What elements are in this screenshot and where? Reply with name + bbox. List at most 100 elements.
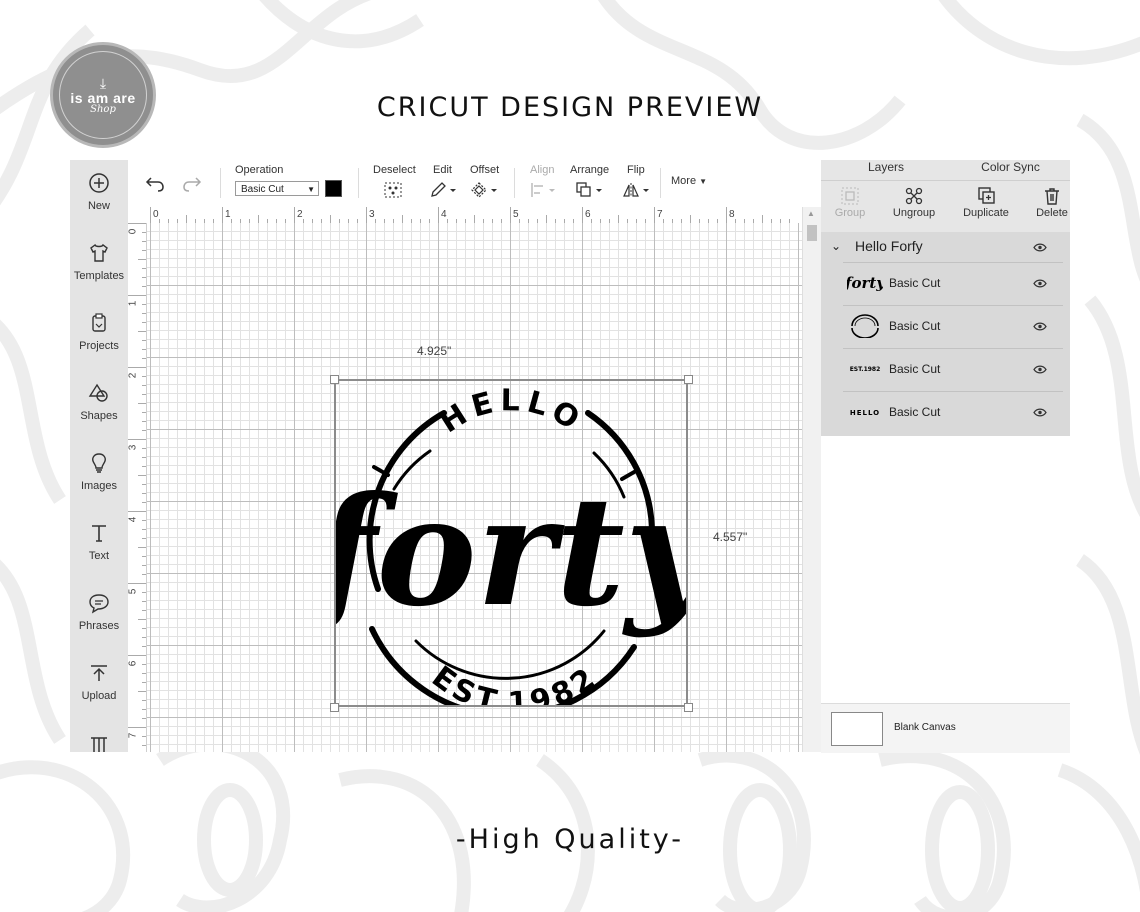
align-icon[interactable] — [530, 182, 558, 198]
ruler-left-tick — [142, 313, 146, 314]
nav-shapes[interactable]: Shapes — [70, 374, 128, 436]
selection-width-label: 4.925" — [417, 344, 452, 358]
ungroup-label: Ungroup — [892, 207, 936, 219]
ruler-left-number: 0 — [128, 228, 139, 235]
left-navigation: New Templates Projects Shapes Images Tex… — [70, 160, 128, 752]
ruler-top-tick — [762, 215, 763, 223]
nav-images[interactable]: Images — [70, 444, 128, 506]
visibility-eye-icon[interactable] — [1033, 279, 1047, 288]
nav-phrases[interactable]: Phrases — [70, 584, 128, 646]
design-canvas[interactable]: 4.925" 4.557" HELLO forty — [147, 223, 802, 752]
ruler-top-tick — [690, 215, 691, 223]
ruler-top-tick — [510, 207, 511, 223]
nav-upload[interactable]: Upload — [70, 654, 128, 716]
offset-icon[interactable] — [470, 182, 500, 198]
tab-layers[interactable]: Layers — [821, 160, 951, 181]
ruler-left-tick — [128, 727, 146, 728]
resize-handle-bottom-right[interactable] — [684, 703, 693, 712]
ruler-left-tick — [142, 601, 146, 602]
nav-upload-label: Upload — [81, 690, 117, 702]
nav-projects-label: Projects — [79, 340, 119, 352]
nav-text[interactable]: Text — [70, 514, 128, 576]
chevron-down-icon[interactable]: ⌄ — [831, 239, 841, 253]
layer-thumb-forty-text: forty — [847, 274, 883, 292]
nav-projects[interactable]: Projects — [70, 304, 128, 366]
group-icon — [841, 187, 859, 205]
layer-row[interactable]: forty Basic Cut — [843, 262, 1063, 305]
ruler-left-tick — [142, 502, 146, 503]
ruler-top-tick — [150, 207, 151, 223]
ruler-left-tick — [138, 403, 146, 404]
selection-bounding-box[interactable] — [334, 379, 688, 707]
layer-group-row[interactable]: ⌄ Hello Forfy — [821, 232, 1070, 262]
offset-label: Offset — [470, 164, 500, 176]
ruler-top-tick — [294, 207, 295, 223]
canvas-vertical-scrollbar[interactable]: ▲ — [802, 207, 822, 752]
visibility-eye-icon[interactable] — [1033, 408, 1047, 417]
cricut-design-space-window: New Templates Projects Shapes Images Tex… — [70, 160, 1072, 753]
visibility-eye-icon[interactable] — [1033, 365, 1047, 374]
nav-monogram[interactable] — [70, 726, 128, 752]
resize-handle-bottom-left[interactable] — [330, 703, 339, 712]
ruler-left-tick — [128, 223, 146, 224]
blank-canvas-swatch[interactable] — [831, 712, 883, 746]
edit-pencil-icon[interactable] — [430, 182, 458, 198]
tab-color-sync[interactable]: Color Sync — [951, 160, 1070, 180]
scroll-up-arrow-icon[interactable]: ▲ — [807, 209, 815, 218]
ruler-left-tick — [142, 286, 146, 287]
layer-row[interactable]: Basic Cut — [843, 305, 1063, 348]
layer-row[interactable]: HELLO Basic Cut — [843, 391, 1063, 434]
ruler-top-tick — [186, 215, 187, 223]
group-button[interactable]: Group — [831, 187, 869, 219]
ruler-left-tick — [142, 664, 146, 665]
ruler-left-tick — [128, 655, 146, 656]
ruler-left-tick — [142, 412, 146, 413]
more-arrow-icon: ▼ — [699, 177, 708, 186]
nav-phrases-label: Phrases — [78, 620, 120, 632]
layer-row[interactable]: EST.1982 Basic Cut — [843, 348, 1063, 391]
monogram-icon — [91, 737, 107, 752]
ruler-top-number: 1 — [225, 209, 231, 220]
tshirt-icon — [90, 243, 108, 262]
ruler-left-tick — [142, 574, 146, 575]
ruler-top-tick — [438, 207, 439, 223]
delete-button[interactable]: Delete — [1032, 187, 1072, 219]
layer-thumbnail-hello: HELLO — [850, 409, 879, 417]
ruler-top-tick — [222, 207, 223, 223]
blank-canvas-row[interactable]: Blank Canvas — [821, 703, 1070, 753]
deselect-icon[interactable] — [384, 182, 402, 198]
ruler-left-number: 2 — [128, 372, 139, 379]
footer-tagline: -High Quality- — [455, 824, 685, 855]
ruler-left-tick — [142, 592, 146, 593]
scrollbar-thumb[interactable] — [807, 225, 817, 241]
ruler-left-tick — [142, 529, 146, 530]
duplicate-button[interactable]: Duplicate — [959, 187, 1013, 219]
layer-group-name: Hello Forfy — [855, 238, 923, 254]
ruler-left-tick — [142, 385, 146, 386]
ungroup-button[interactable]: Ungroup — [889, 187, 939, 219]
layer-thumbnail-forty: forty — [847, 274, 883, 292]
resize-handle-top-right[interactable] — [684, 375, 693, 384]
operation-color-swatch[interactable] — [325, 180, 342, 197]
ruler-left-tick — [142, 232, 146, 233]
arrange-icon[interactable] — [576, 182, 606, 198]
ruler-left-tick — [142, 430, 146, 431]
ruler-left-number: 7 — [128, 732, 139, 739]
visibility-eye-icon[interactable] — [1033, 322, 1047, 331]
ruler-top-tick — [726, 207, 727, 223]
nav-shapes-label: Shapes — [80, 410, 118, 422]
duplicate-label: Duplicate — [963, 207, 1009, 219]
resize-handle-top-left[interactable] — [330, 375, 339, 384]
ruler-left-tick — [142, 646, 146, 647]
ruler-left-tick — [128, 439, 146, 440]
nav-templates[interactable]: Templates — [70, 234, 128, 296]
flip-icon[interactable] — [623, 182, 653, 198]
layer-name: Basic Cut — [889, 319, 941, 333]
nav-new[interactable]: New — [70, 164, 128, 226]
operation-select[interactable]: Basic Cut ▼ — [235, 181, 319, 196]
ruler-left-tick — [138, 475, 146, 476]
redo-icon[interactable] — [182, 176, 202, 192]
more-menu[interactable]: More ▼ — [671, 175, 707, 187]
undo-icon[interactable] — [145, 176, 165, 192]
visibility-eye-icon[interactable] — [1033, 243, 1047, 252]
